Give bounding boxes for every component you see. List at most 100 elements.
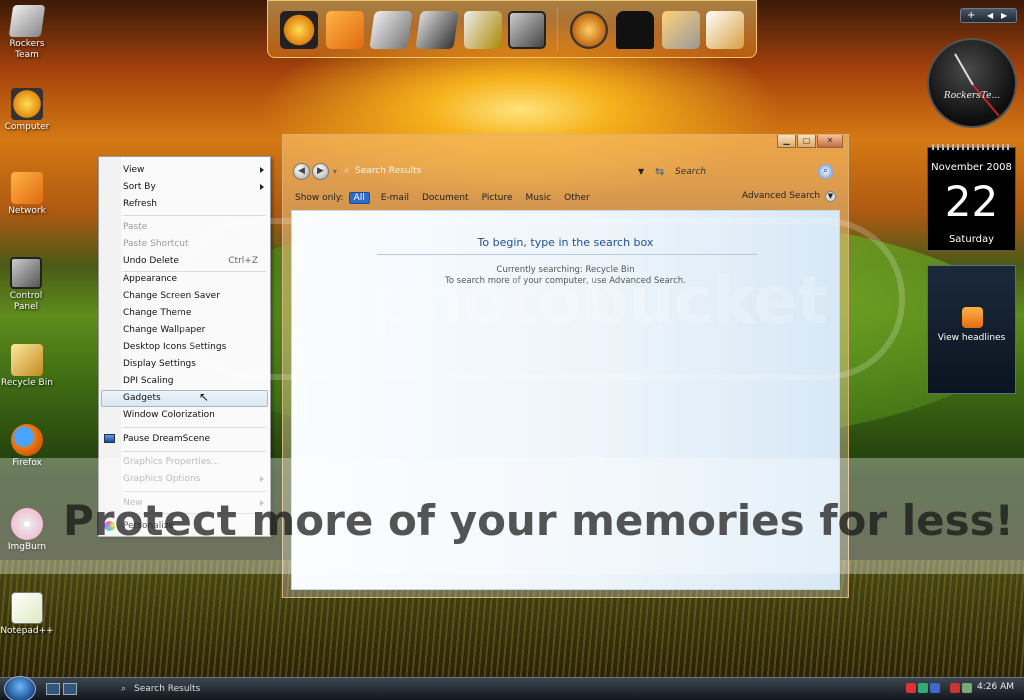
desktop-icon-label: Notepad++ xyxy=(0,626,54,636)
dock-separator xyxy=(557,7,558,51)
calendar-gadget[interactable]: November 2008 22 Saturday xyxy=(927,144,1016,251)
menu-item-display-settings[interactable]: Display Settings xyxy=(123,357,196,371)
chevron-down-icon: ▼ xyxy=(825,191,836,202)
desktop-icon-recycle-bin[interactable]: Recycle Bin xyxy=(0,344,54,389)
menu-item-gadgets[interactable]: Gadgets xyxy=(123,391,161,405)
control-panel-icon[interactable] xyxy=(508,11,546,49)
advanced-search-button[interactable]: Advanced Search ▼ xyxy=(742,191,836,202)
folder-icon[interactable] xyxy=(369,11,413,49)
menu-item-sort-by[interactable]: Sort By xyxy=(123,180,156,194)
rockers-team-icon xyxy=(8,5,46,37)
menu-item-appearance[interactable]: Appearance xyxy=(123,272,177,286)
sidebar-controls: + ◀ ▶ xyxy=(960,8,1017,23)
tools-icon[interactable] xyxy=(662,11,700,49)
control-panel-icon xyxy=(10,257,42,289)
filter-bar: Show only: All E-mail Document Picture M… xyxy=(295,191,603,205)
watermark-brand: photobucket xyxy=(370,262,828,339)
search-results-icon: ⌕ xyxy=(344,165,350,176)
refresh-icon[interactable]: ⇆ xyxy=(655,165,664,178)
forward-button[interactable]: ▶ xyxy=(312,163,329,180)
recycle-bin-icon xyxy=(11,344,43,376)
menu-item-refresh[interactable]: Refresh xyxy=(123,197,157,211)
filter-document[interactable]: Document xyxy=(422,193,469,203)
desktop-icon-label: Recycle Bin xyxy=(1,378,53,388)
security-icon[interactable] xyxy=(906,683,916,693)
menu-item-paste: Paste xyxy=(123,222,148,232)
feed-headlines-gadget[interactable]: View headlines xyxy=(927,265,1016,394)
dreamscene-icon xyxy=(104,434,115,443)
menu-item-paste-shortcut: Paste Shortcut xyxy=(123,239,189,249)
menu-item-view[interactable]: View xyxy=(123,163,144,177)
search-input[interactable] xyxy=(673,163,818,181)
filter-other[interactable]: Other xyxy=(564,193,590,203)
desktop-icon-computer[interactable]: Computer xyxy=(0,88,54,133)
desktop-icon-control-panel[interactable]: Control Panel xyxy=(0,257,52,313)
globe-icon[interactable] xyxy=(570,11,608,49)
device-icon[interactable] xyxy=(962,683,972,693)
menu-separator xyxy=(123,427,266,428)
taskbar-button-label: Search Results xyxy=(134,684,201,694)
calendar-day: 22 xyxy=(944,177,999,226)
volume-icon[interactable] xyxy=(930,683,940,693)
dock xyxy=(267,0,757,58)
desktop-icon-network[interactable]: Network xyxy=(0,172,54,217)
sidebar-next-button[interactable]: ▶ xyxy=(1001,9,1007,22)
breadcrumb[interactable]: Search Results xyxy=(355,166,421,176)
view-headlines-link[interactable]: View headlines xyxy=(928,333,1015,343)
rss-icon xyxy=(962,307,983,328)
submenu-arrow-icon xyxy=(260,167,264,173)
clock-gadget[interactable]: RockersTe... xyxy=(927,38,1017,128)
add-gadget-button[interactable]: + xyxy=(967,9,975,22)
computer-icon xyxy=(11,88,43,120)
back-button[interactable]: ◀ xyxy=(293,163,310,180)
show-only-label: Show only: xyxy=(295,193,344,203)
filter-all[interactable]: All xyxy=(348,192,370,204)
close-button[interactable]: ✕ xyxy=(817,135,843,148)
maximize-button[interactable]: ▢ xyxy=(797,135,816,148)
tshirt-icon[interactable] xyxy=(616,11,654,49)
update-icon[interactable] xyxy=(950,683,960,693)
taskbar-button-search-results[interactable]: ⌕ Search Results xyxy=(118,680,268,699)
documents-icon[interactable] xyxy=(706,11,744,49)
notepad-plus-plus-icon xyxy=(11,592,43,624)
filter-music[interactable]: Music xyxy=(526,193,552,203)
menu-separator xyxy=(123,451,266,452)
clock-time[interactable]: 4:26 AM xyxy=(977,682,1014,692)
search-icon[interactable]: ⌕ xyxy=(818,164,833,179)
firefox-icon xyxy=(11,424,43,456)
minimize-button[interactable]: ▁ xyxy=(777,135,796,148)
network-icon[interactable] xyxy=(326,11,364,49)
watermark-slogan: Protect more of your memories for less! xyxy=(63,496,1014,545)
menu-item-pause-dreamscene[interactable]: Pause DreamScene xyxy=(123,432,210,446)
submenu-arrow-icon xyxy=(260,184,264,190)
filter-email[interactable]: E-mail xyxy=(381,193,409,203)
clock-hour-hand xyxy=(954,53,974,86)
search-results-icon: ⌕ xyxy=(121,684,127,694)
desktop-icon-rockers-team[interactable]: Rockers Team xyxy=(0,5,54,61)
computer-icon[interactable] xyxy=(280,11,318,49)
menu-item-undo-delete[interactable]: Undo Delete xyxy=(123,254,179,268)
search-box: ⇆ ⌕ xyxy=(655,163,840,181)
recent-pages-chevron-icon[interactable]: ▾ xyxy=(333,167,337,176)
switch-windows-icon[interactable] xyxy=(63,683,77,695)
calendar-month: November 2008 xyxy=(931,162,1012,173)
clock-label: RockersTe... xyxy=(943,91,1001,101)
menu-item-window-colorization[interactable]: Window Colorization xyxy=(123,408,215,422)
address-dropdown-icon[interactable]: ▼ xyxy=(638,167,644,176)
show-desktop-icon[interactable] xyxy=(46,683,60,695)
mouse-cursor-icon: ↖ xyxy=(199,390,210,404)
filter-picture[interactable]: Picture xyxy=(482,193,513,203)
desktop-icon-label: Control Panel xyxy=(9,291,43,312)
music-folder-icon[interactable] xyxy=(415,11,459,49)
advanced-search-label: Advanced Search xyxy=(741,191,821,201)
menu-item-dpi-scaling[interactable]: DPI Scaling xyxy=(123,374,173,388)
calendar-rings xyxy=(932,144,1011,150)
desktop-icon-notepad[interactable]: Notepad++ xyxy=(0,592,54,637)
menu-separator xyxy=(123,215,266,216)
desktop-icon-label: Network xyxy=(8,206,46,216)
pictures-folder-icon[interactable] xyxy=(464,11,502,49)
start-button[interactable] xyxy=(4,676,36,700)
system-tray: 4:26 AM xyxy=(904,681,1024,698)
sidebar-prev-button[interactable]: ◀ xyxy=(987,9,993,22)
network-status-icon[interactable] xyxy=(918,683,928,693)
